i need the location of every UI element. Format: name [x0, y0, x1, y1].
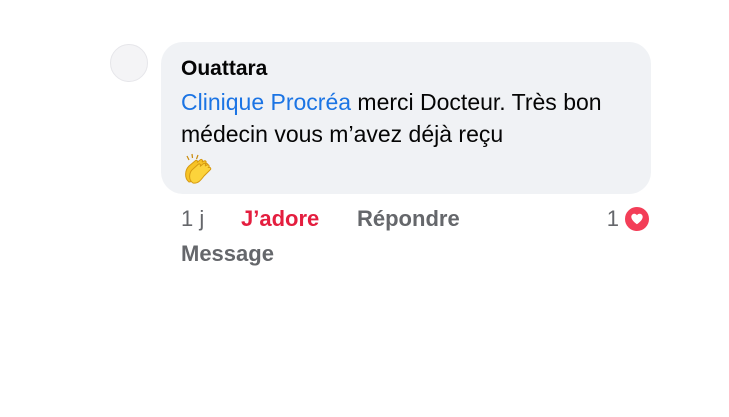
message-button[interactable]: Message: [181, 239, 274, 269]
comment-bubble: Ouattara Clinique Procréa merci Docteur.…: [161, 42, 651, 194]
comment-actions: 1 j J’adore Répondre Message 1: [181, 204, 651, 274]
comment-timestamp[interactable]: 1 j: [181, 204, 204, 234]
comment-author[interactable]: Ouattara: [181, 56, 631, 82]
like-button[interactable]: J’adore: [241, 204, 319, 234]
reply-button[interactable]: Répondre: [357, 204, 460, 234]
comment-text: Clinique Procréa merci Docteur. Très bon…: [181, 86, 631, 150]
reaction-count: 1: [606, 206, 619, 231]
avatar[interactable]: [110, 44, 148, 82]
heart-icon: [623, 205, 651, 233]
reaction-summary[interactable]: 1: [607, 204, 651, 234]
comment-mention[interactable]: Clinique Procréa: [181, 89, 351, 115]
clapping-hands-icon: [181, 152, 215, 184]
